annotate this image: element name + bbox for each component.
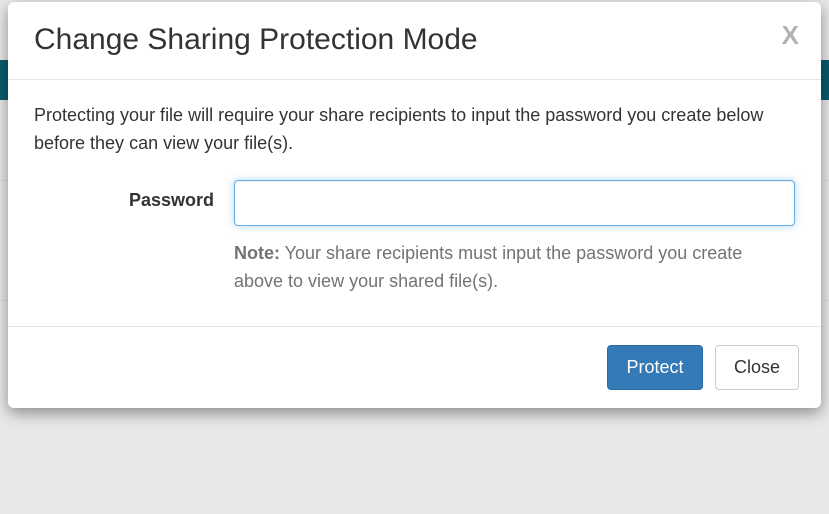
close-icon[interactable]: X	[782, 22, 799, 48]
password-note: Note: Your share recipients must input t…	[234, 240, 795, 296]
password-field-wrap: Note: Your share recipients must input t…	[234, 180, 795, 296]
modal-body: Protecting your file will require your s…	[8, 80, 821, 326]
modal-description: Protecting your file will require your s…	[34, 102, 795, 158]
password-row: Password Note: Your share recipients mus…	[34, 180, 795, 296]
password-input[interactable]	[234, 180, 795, 226]
sharing-protection-modal: X Change Sharing Protection Mode Protect…	[8, 2, 821, 408]
modal-footer: Protect Close	[8, 326, 821, 409]
password-label: Password	[34, 180, 234, 211]
modal-title: Change Sharing Protection Mode	[34, 20, 795, 59]
close-button[interactable]: Close	[715, 345, 799, 391]
protect-button[interactable]: Protect	[607, 345, 702, 391]
note-prefix: Note:	[234, 243, 280, 263]
note-text: Your share recipients must input the pas…	[234, 243, 742, 291]
modal-header: X Change Sharing Protection Mode	[8, 2, 821, 80]
